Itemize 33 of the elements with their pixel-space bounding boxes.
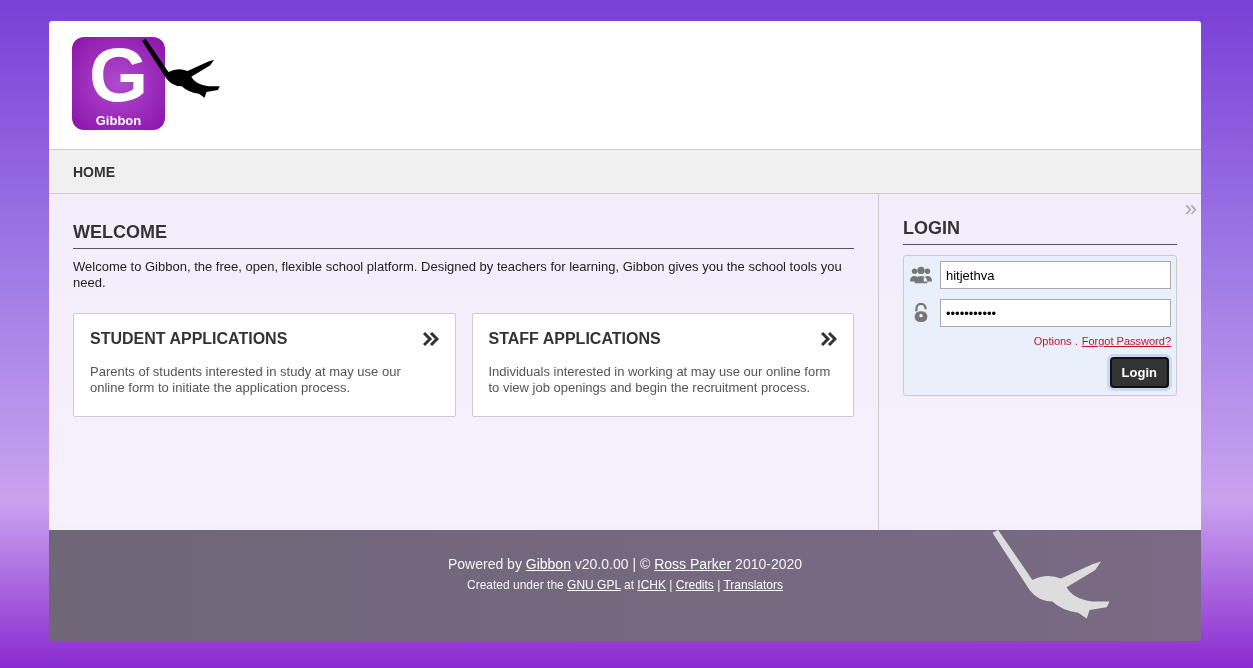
- password-field[interactable]: •••••••••••: [940, 299, 1171, 327]
- nav-link[interactable]: HOME: [73, 163, 115, 180]
- footer-text: Created under the: [467, 578, 565, 592]
- footer-link[interactable]: GNU GPL: [567, 578, 621, 592]
- card-title: STAFF APPLICATIONS: [488, 330, 661, 348]
- card-text: Parents of students interested in study at may use our online form to initiate the application process.: [90, 364, 402, 396]
- options-link[interactable]: Options .: [1033, 335, 1078, 347]
- login-button[interactable]: Login: [1109, 357, 1169, 388]
- forgot-password-link[interactable]: Forgot Password?: [1081, 335, 1171, 347]
- double-chevron-icon: [422, 332, 439, 346]
- login-heading: LOGIN: [903, 218, 1177, 245]
- footer-link[interactable]: Gibbon: [525, 556, 571, 572]
- logo-name: Gibbon: [95, 113, 142, 128]
- double-chevron-icon: [821, 332, 837, 346]
- logo-letter: G: [88, 37, 149, 113]
- username-field[interactable]: hitjethva: [940, 261, 1171, 289]
- footer-text: Powered by: [447, 556, 523, 572]
- footer-text: v20.0.00 | ©: [573, 556, 652, 572]
- footer-link[interactable]: Credits: [675, 578, 714, 592]
- footer-link[interactable]: Ross Parker: [654, 556, 732, 572]
- welcome-text: Welcome to Gibbon, the free, open, flexible school platform. Designed by teachers for learning, Gibbon gives you the school tools you need.: [73, 259, 843, 291]
- application-card[interactable]: STUDENT APPLICATIONS Parents of students interested in study at may use our online form to initiate the application process.: [73, 313, 456, 417]
- footer-text: |: [668, 578, 674, 592]
- footer-text: |: [716, 578, 722, 592]
- users-icon: [910, 265, 932, 285]
- footer-text: at: [623, 578, 635, 592]
- card-text: Individuals interested in working at may use our online form to view job openings and begin the recruitment process.: [488, 364, 832, 396]
- section-heading: WELCOME: [73, 222, 854, 249]
- footer-link[interactable]: ICHK: [637, 578, 666, 592]
- application-card[interactable]: STAFF APPLICATIONS Individuals interested in working at may use our online form to view job openings and begin the recruitment process.: [471, 313, 854, 417]
- footer-text: 2010-2020: [734, 556, 803, 572]
- footer-link[interactable]: Translators: [723, 578, 783, 592]
- card-title: STUDENT APPLICATIONS: [90, 330, 288, 348]
